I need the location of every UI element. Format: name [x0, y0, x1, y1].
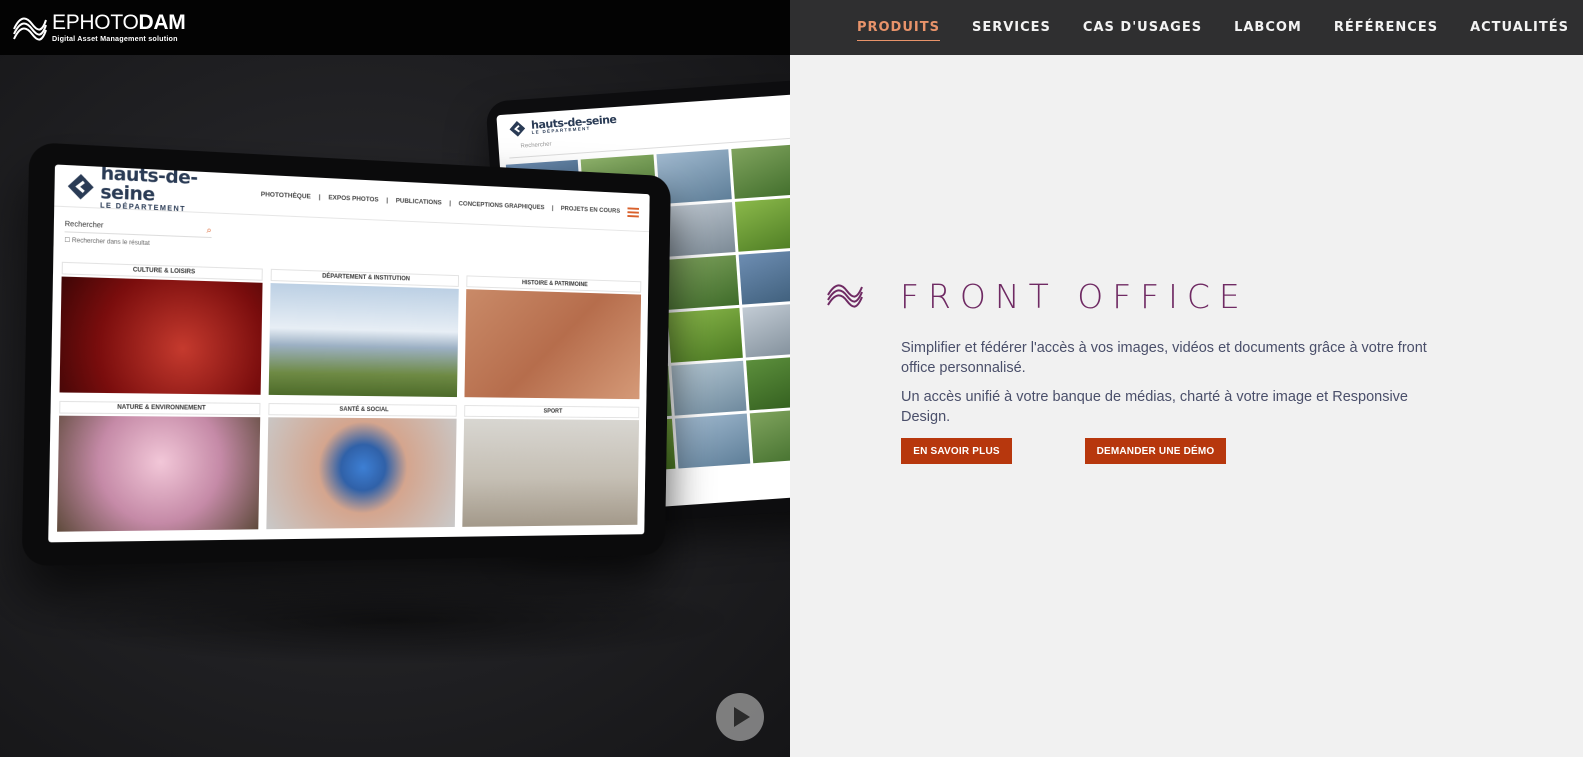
category-card: NATURE & ENVIRONNEMENT — [57, 400, 261, 532]
category-photo — [461, 418, 640, 527]
tablet-menu-separator: | — [449, 199, 452, 207]
front-tablet-brand-text: hauts-de-seine LE DÉPARTEMENT — [100, 164, 243, 216]
photo-thumb — [734, 196, 790, 252]
category-photo — [57, 415, 261, 532]
section-title: FRONT OFFICE — [900, 277, 1249, 316]
nav-item-cas-usages[interactable]: CAS D'USAGES — [1083, 14, 1202, 41]
front-tablet-category-grid: CULTURE & LOISIRS DÉPARTEMENT & INSTITUT… — [57, 261, 642, 532]
search-icon: ⌕ — [206, 224, 212, 235]
tablet-menu-separator: | — [551, 204, 554, 212]
front-tablet-search-text: Rechercher — [64, 220, 104, 230]
learn-more-button[interactable]: EN SAVOIR PLUS — [901, 438, 1012, 464]
main-nav: PRODUITS SERVICES CAS D'USAGES LABCOM RÉ… — [825, 0, 1569, 55]
tablet-menu-item: EXPOS PHOTOS — [328, 194, 379, 204]
front-tablet-brand-logo: hauts-de-seine LE DÉPARTEMENT — [67, 164, 243, 215]
tablet-menu-separator: | — [386, 196, 389, 205]
play-button[interactable] — [716, 693, 764, 741]
site-header: EPHOTODAM Digital Asset Management solut… — [0, 0, 1583, 55]
nav-item-references[interactable]: RÉFÉRENCES — [1334, 14, 1438, 41]
product-description-panel: FRONT OFFICE Simplifier et fédérer l'acc… — [790, 55, 1583, 757]
front-tablet-search-option-label: Rechercher dans le résultat — [71, 237, 150, 248]
category-label: SANTÉ & SOCIAL — [268, 403, 457, 417]
front-tablet-search-option: ☐ Rechercher dans le résultat — [64, 237, 150, 248]
back-tablet-brand-logo: hauts-de-seine LE DÉPARTEMENT — [509, 113, 617, 137]
tablet-menu-item: PROJETS EN COURS — [560, 205, 621, 215]
photo-thumb — [674, 413, 751, 469]
front-tablet-brand-name: hauts-de-seine — [100, 164, 198, 206]
description-paragraph-1: Simplifier et fédérer l'accès à vos imag… — [901, 340, 1427, 376]
logo-wordmark: EPHOTODAM — [52, 10, 186, 34]
photo-thumb — [670, 360, 747, 416]
photo-thumb — [667, 307, 743, 363]
logo-word-light: EPHOTO — [52, 10, 139, 34]
tablet-menu-separator: | — [318, 193, 321, 201]
category-photo — [268, 283, 459, 398]
ephotodam-waves-icon — [13, 17, 47, 41]
photo-thumb — [659, 202, 736, 258]
hero-video[interactable]: hauts-de-seine LE DÉPARTEMENT Rechercher — [0, 55, 790, 757]
hauts-de-seine-logo-icon — [67, 173, 94, 199]
ephotodam-waves-icon — [827, 284, 863, 308]
hamburger-menu-icon — [627, 206, 639, 217]
photo-thumb — [745, 355, 790, 411]
ephotodam-logo[interactable]: EPHOTODAM Digital Asset Management solut… — [12, 10, 186, 43]
category-label: NATURE & ENVIRONNEMENT — [59, 400, 261, 416]
request-demo-button[interactable]: DEMANDER UNE DÉMO — [1085, 438, 1226, 464]
back-tablet-brand-text: hauts-de-seine LE DÉPARTEMENT — [531, 113, 617, 135]
tablet-menu-item: PUBLICATIONS — [395, 197, 442, 207]
nav-item-services[interactable]: SERVICES — [972, 14, 1051, 41]
category-card: SPORT — [461, 405, 640, 527]
photo-thumb — [749, 408, 790, 464]
play-icon — [734, 707, 750, 727]
category-photo — [266, 417, 457, 530]
photo-thumb — [742, 302, 790, 358]
tablet-menu-item: PHOTOTHÈQUE — [260, 191, 311, 201]
nav-item-labcom[interactable]: LABCOM — [1234, 14, 1302, 41]
category-card: SANTÉ & SOCIAL — [266, 403, 457, 530]
front-tablet-menu: PHOTOTHÈQUE | EXPOS PHOTOS | PUBLICATION… — [261, 191, 627, 215]
photo-thumb — [738, 249, 790, 305]
description-paragraph-2: Un accès unifié à votre banque de médias… — [901, 389, 1408, 425]
front-tablet-screen: hauts-de-seine LE DÉPARTEMENT PHOTOTHÈQU… — [48, 164, 650, 543]
category-card: DÉPARTEMENT & INSTITUTION — [268, 268, 459, 398]
photo-thumb — [731, 143, 790, 199]
floor-shadow — [40, 575, 740, 665]
logo-word-bold: DAM — [138, 10, 186, 34]
category-label: SPORT — [463, 405, 640, 419]
nav-item-actualites[interactable]: ACTUALITÉS — [1470, 14, 1569, 41]
front-tablet-search: Rechercher ⌕ — [64, 217, 212, 239]
category-photo — [59, 276, 263, 395]
category-card: HISTOIRE & PATRIMOINE — [464, 275, 642, 400]
hauts-de-seine-logo-icon — [509, 121, 526, 137]
tablet-menu-item: CONCEPTIONS GRAPHIQUES — [458, 200, 545, 212]
category-card: CULTURE & LOISIRS — [59, 261, 264, 395]
nav-item-produits[interactable]: PRODUITS — [856, 14, 940, 41]
logo-tagline: Digital Asset Management solution — [52, 33, 178, 43]
category-photo — [464, 289, 642, 400]
logo-text: EPHOTODAM Digital Asset Management solut… — [52, 10, 186, 43]
front-tablet-mockup: hauts-de-seine LE DÉPARTEMENT PHOTOTHÈQU… — [21, 141, 671, 567]
photo-thumb — [663, 254, 739, 310]
